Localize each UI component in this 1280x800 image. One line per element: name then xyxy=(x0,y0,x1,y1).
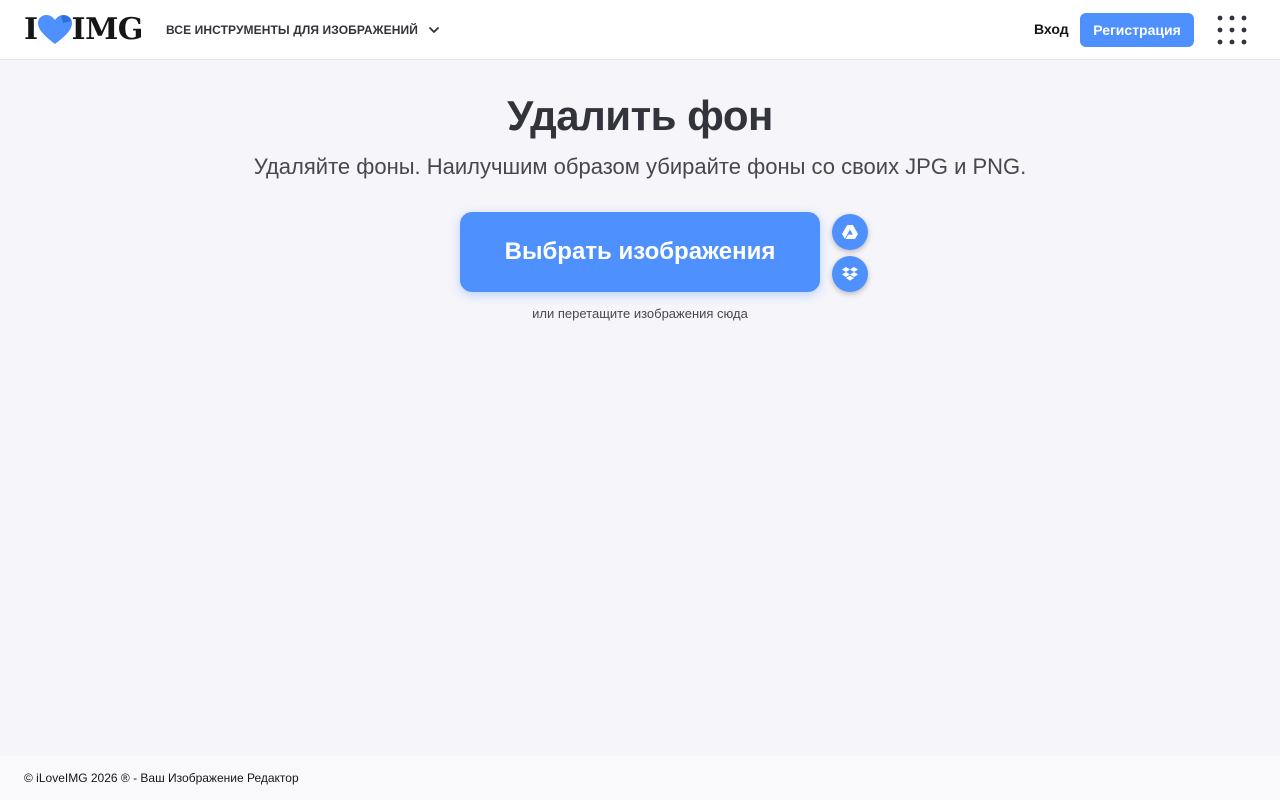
footer-copyright: © iLoveIMG 2026 ® - Ваш Изображение Реда… xyxy=(24,771,299,785)
signup-button[interactable]: Регистрация xyxy=(1080,13,1194,47)
drag-drop-hint: или перетащите изображения сюда xyxy=(532,306,748,321)
heart-logo-icon xyxy=(37,15,72,44)
chevron-down-icon xyxy=(429,27,439,33)
logo-prefix: I xyxy=(24,12,38,47)
login-link[interactable]: Вход xyxy=(1034,21,1069,37)
dropbox-icon xyxy=(842,267,858,281)
apps-grid-icon[interactable] xyxy=(1216,14,1248,46)
logo-suffix: IMG xyxy=(71,12,144,47)
ilovimg-logo[interactable]: I IMG xyxy=(24,14,143,46)
footer: © iLoveIMG 2026 ® - Ваш Изображение Реда… xyxy=(0,756,1280,800)
top-header: I IMG ВСЕ ИНСТРУМЕНТЫ ДЛЯ ИЗОБРАЖЕНИЙ Вх… xyxy=(0,0,1280,60)
page-title: Удалить фон xyxy=(507,92,773,139)
all-tools-label: ВСЕ ИНСТРУМЕНТЫ ДЛЯ ИЗОБРАЖЕНИЙ xyxy=(166,23,418,37)
select-images-button[interactable]: Выбрать изображения xyxy=(460,212,820,292)
all-tools-dropdown[interactable]: ВСЕ ИНСТРУМЕНТЫ ДЛЯ ИЗОБРАЖЕНИЙ xyxy=(166,20,440,40)
google-drive-icon xyxy=(842,225,858,239)
page-subtitle: Удаляйте фоны. Наилучшим образом убирайт… xyxy=(253,154,1027,179)
dropbox-button[interactable] xyxy=(832,256,868,292)
google-drive-button[interactable] xyxy=(832,214,868,250)
